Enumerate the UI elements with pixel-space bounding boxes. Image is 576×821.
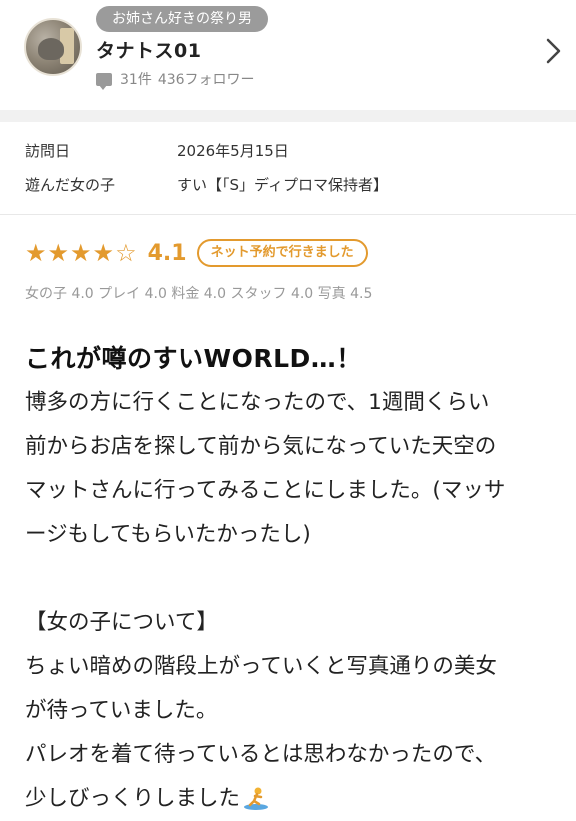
reviewer-header[interactable]: お姉さん好きの祭り男 タナトス01 31件 436フォロワー <box>0 0 576 110</box>
comment-icon <box>96 72 112 90</box>
reviewer-stats: 31件 436フォロワー <box>96 69 255 90</box>
review-line: ージもしてもらいたかったし) <box>25 522 311 547</box>
avatar[interactable] <box>24 18 82 76</box>
rating-row: ★ ★ ★ ★ ☆ 4.1 ネット予約で行きました <box>0 215 576 269</box>
review-line: ちょい暗めの階段上がっていくと写真通りの美女 <box>25 654 497 679</box>
reviewer-name[interactable]: タナトス01 <box>96 36 201 63</box>
review-line <box>25 557 556 601</box>
review-line: マットさんに行ってみることにしました。(マッサ <box>25 478 506 503</box>
review-line: が待っていました。 <box>25 698 218 723</box>
review-body: 博多の方に行くことになったので、1週間くらい 前からお店を探して前から気になって… <box>0 375 576 821</box>
review-line: 【女の子について】 <box>25 610 218 635</box>
star-icon: ★ <box>47 239 70 267</box>
girl-row: 遊んだ女の子 すい【「S」ディプロマ保持者】 <box>25 168 576 202</box>
star-icon: ★ <box>25 239 47 267</box>
review-title: これが噂のすいWORLD…！ <box>25 344 362 373</box>
sub-scores: 女の子 4.0 プレイ 4.0 料金 4.0 スタッフ 4.0 写真 4.5 <box>25 286 373 302</box>
review-line: 前からお店を探して前から気になっていた天空の <box>25 434 497 459</box>
review-line: パレオを着て待っているとは思わなかったので、 <box>25 742 497 767</box>
surfer-emoji <box>244 787 269 810</box>
star-empty-icon: ☆ <box>115 239 137 267</box>
avatar-image-cat <box>38 38 64 60</box>
visit-info: 訪問日 2026年5月15日 遊んだ女の子 すい【「S」ディプロマ保持者】 <box>0 122 576 215</box>
rating-score: 4.1 <box>147 240 187 266</box>
star-icon: ★ <box>70 239 92 267</box>
visit-date-value: 2026年5月15日 <box>177 142 289 160</box>
review-line: 少しびっくりしました <box>25 786 241 811</box>
visit-date-row: 訪問日 2026年5月15日 <box>25 134 576 168</box>
girl-label: 遊んだ女の子 <box>25 176 116 194</box>
visit-date-label: 訪問日 <box>25 142 71 160</box>
reviewer-title-badge: お姉さん好きの祭り男 <box>96 6 268 32</box>
follower-count: 436フォロワー <box>157 72 255 88</box>
review-count: 31件 <box>120 72 152 88</box>
net-reservation-badge: ネット予約で行きました <box>196 239 368 267</box>
section-divider <box>0 110 576 122</box>
review-last-line: 少しびっくりしました <box>25 777 556 821</box>
star-icon: ★ <box>92 239 115 267</box>
review-line: 博多の方に行くことになったので、1週間くらい <box>25 390 490 415</box>
chevron-right-icon[interactable] <box>540 36 566 66</box>
girl-value[interactable]: すい【「S」ディプロマ保持者】 <box>177 168 388 202</box>
